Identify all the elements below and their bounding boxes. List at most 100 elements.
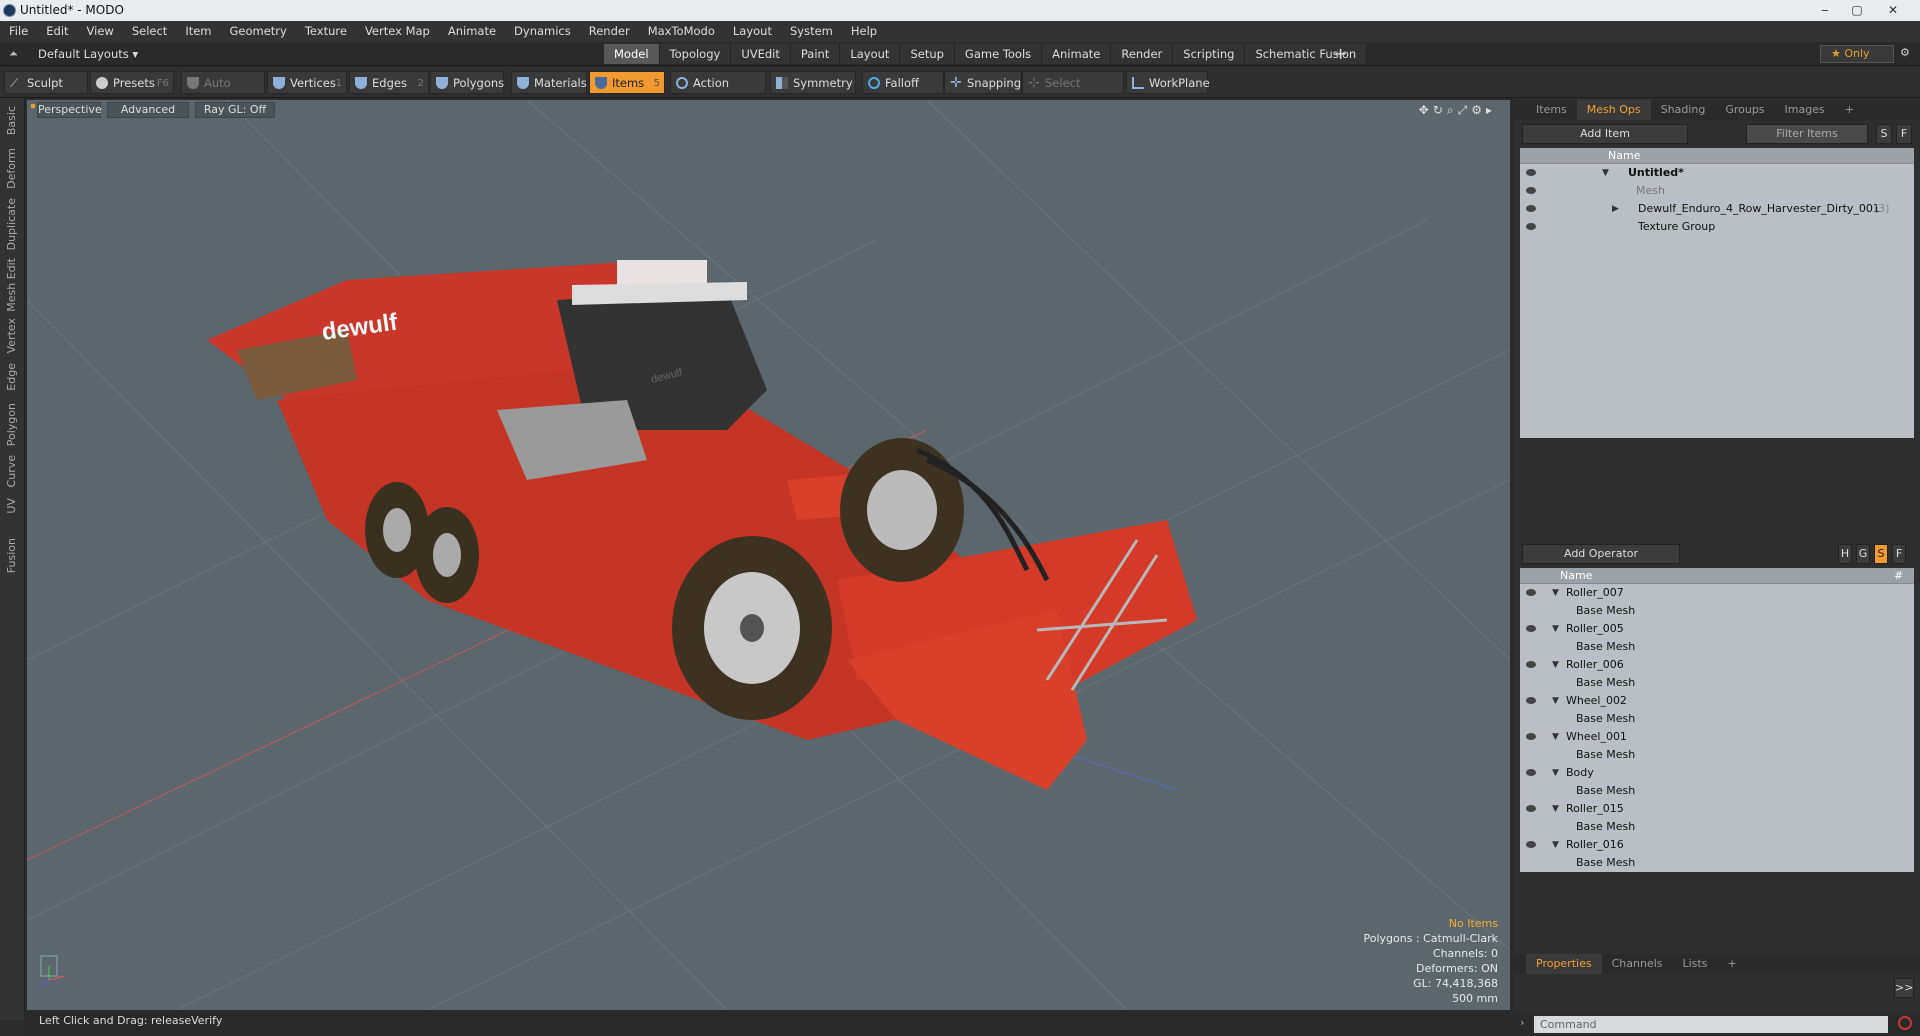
layout-up-icon[interactable]: ⏶	[9, 47, 18, 61]
operator-row[interactable]: ▼ Roller_015	[1520, 800, 1914, 818]
record-icon[interactable]	[1898, 1016, 1912, 1030]
eye-icon[interactable]	[1526, 625, 1536, 632]
eye-icon[interactable]	[1526, 187, 1536, 194]
op-g-button[interactable]: G	[1856, 544, 1870, 564]
symmetry-button[interactable]: Symmetry	[770, 71, 856, 94]
tab-channels[interactable]: Channels	[1602, 954, 1673, 974]
viewport-nav-icons[interactable]: ✥↻⌕⤢⚙▸	[1419, 103, 1496, 118]
menu-file[interactable]: File	[0, 21, 37, 42]
raygl-dropdown[interactable]: Ray GL: Off	[195, 102, 275, 118]
action-center-button[interactable]: Action Center	[670, 71, 766, 113]
operator-child-row[interactable]: Base Mesh	[1520, 782, 1914, 800]
add-operator-button[interactable]: Add Operator	[1522, 544, 1680, 564]
add-layout-tab-button[interactable]: +	[1334, 44, 1347, 63]
operator-child-row[interactable]: Base Mesh	[1520, 818, 1914, 836]
tree-row-mesh[interactable]: Mesh	[1520, 182, 1914, 200]
eye-icon[interactable]	[1526, 733, 1536, 740]
menu-layout[interactable]: Layout	[724, 21, 781, 42]
expand-icon[interactable]: ▼	[1552, 620, 1559, 638]
add-tab-icon[interactable]: +	[1835, 100, 1864, 120]
op-hash-column-header[interactable]: #	[1894, 569, 1903, 582]
left-tab-edge[interactable]: Edge	[5, 363, 18, 391]
op-h-button[interactable]: H	[1838, 544, 1852, 564]
operator-row[interactable]: ▼ Roller_016	[1520, 836, 1914, 854]
left-tab-duplicate[interactable]: Duplicate	[5, 198, 18, 250]
expand-properties-button[interactable]: >>	[1894, 978, 1914, 998]
tab-schematic-fusion[interactable]: Schematic Fusion	[1245, 44, 1368, 64]
eye-icon[interactable]	[1526, 841, 1536, 848]
expand-icon[interactable]: ▼	[1602, 164, 1609, 182]
maximize-button[interactable]: ▢	[1844, 0, 1870, 21]
add-tab-icon[interactable]: +	[1717, 954, 1746, 974]
tab-game-tools[interactable]: Game Tools	[954, 44, 1043, 64]
tab-paint[interactable]: Paint	[790, 44, 841, 64]
expand-icon[interactable]: ▼	[1552, 692, 1559, 710]
menu-help[interactable]: Help	[842, 21, 886, 42]
edges-button[interactable]: Edges 2	[349, 71, 429, 94]
left-tab-basic[interactable]: Basic	[5, 106, 18, 135]
falloff-button[interactable]: Falloff	[862, 71, 944, 94]
eye-icon[interactable]	[1526, 205, 1536, 212]
left-tab-fusion[interactable]: Fusion	[5, 538, 18, 573]
operator-row[interactable]: ▼ Wheel_002	[1520, 692, 1914, 710]
only-toggle[interactable]: ★ Only	[1820, 45, 1894, 63]
operator-row[interactable]: ▼ Wheel_001	[1520, 728, 1914, 746]
tab-mesh-ops[interactable]: Mesh Ops	[1576, 100, 1651, 120]
tab-layout[interactable]: Layout	[840, 44, 901, 64]
eye-icon[interactable]	[1526, 697, 1536, 704]
eye-icon[interactable]	[1526, 805, 1536, 812]
filter-s-button[interactable]: S	[1876, 124, 1892, 144]
left-tab-deform[interactable]: Deform	[5, 148, 18, 189]
menu-render[interactable]: Render	[580, 21, 639, 42]
expand-icon[interactable]: ▼	[1552, 728, 1559, 746]
tab-lists[interactable]: Lists	[1673, 954, 1718, 974]
left-tab-vertex[interactable]: Vertex	[5, 318, 18, 353]
tab-uvedit[interactable]: UVEdit	[731, 44, 791, 64]
tab-items[interactable]: Items	[1526, 100, 1577, 120]
minimize-button[interactable]: ‒	[1812, 0, 1838, 21]
op-name-column-header[interactable]: Name	[1560, 569, 1592, 582]
snapping-button[interactable]: ✛ Snapping	[944, 71, 1022, 94]
name-column-header[interactable]: Name	[1608, 149, 1640, 162]
filter-items-input[interactable]: Filter Items	[1746, 124, 1868, 144]
tab-shading[interactable]: Shading	[1651, 100, 1716, 120]
materials-button[interactable]: Materials	[511, 71, 587, 94]
left-tab-uv[interactable]: UV	[5, 498, 18, 514]
operator-row[interactable]: ▼ Roller_007	[1520, 584, 1914, 602]
items-button[interactable]: Items 5	[589, 71, 665, 94]
sculpt-button[interactable]: ⟋ Sculpt	[4, 71, 88, 94]
expand-icon[interactable]: ▼	[1552, 836, 1559, 854]
left-tab-polygon[interactable]: Polygon	[5, 403, 18, 446]
add-item-button[interactable]: Add Item	[1522, 124, 1688, 144]
op-f-button[interactable]: F	[1892, 544, 1906, 564]
expand-icon[interactable]: ▼	[1552, 764, 1559, 782]
tab-images[interactable]: Images	[1775, 100, 1835, 120]
tree-row-texture-group[interactable]: Texture Group	[1520, 218, 1914, 236]
eye-icon[interactable]	[1526, 169, 1536, 176]
menu-edit[interactable]: Edit	[37, 21, 77, 42]
tab-topology[interactable]: Topology	[659, 44, 732, 64]
operator-row[interactable]: ▼ Body	[1520, 764, 1914, 782]
viewport-menu-dot[interactable]	[31, 104, 35, 108]
left-tab-curve[interactable]: Curve	[5, 455, 18, 487]
tab-scripting[interactable]: Scripting	[1173, 44, 1246, 64]
command-input[interactable]: Command	[1534, 1016, 1888, 1033]
menu-vertex-map[interactable]: Vertex Map	[356, 21, 439, 42]
expand-icon[interactable]: ▼	[1552, 656, 1559, 674]
operator-child-row[interactable]: Base Mesh	[1520, 854, 1914, 872]
tree-row-harvester[interactable]: ▶ Dewulf_Enduro_4_Row_Harvester_Dirty_001…	[1520, 200, 1914, 218]
perspective-dropdown[interactable]: Perspective	[37, 102, 102, 118]
menu-select[interactable]: Select	[123, 21, 176, 42]
close-button[interactable]: ✕	[1880, 0, 1906, 21]
tab-properties[interactable]: Properties	[1526, 954, 1602, 974]
vertices-button[interactable]: Vertices 1	[267, 71, 347, 94]
operator-child-row[interactable]: Base Mesh	[1520, 638, 1914, 656]
workplane-button[interactable]: WorkPlane	[1126, 71, 1210, 94]
operator-child-row[interactable]: Base Mesh	[1520, 710, 1914, 728]
auto-select-button[interactable]: Auto Select	[181, 71, 265, 113]
operator-row[interactable]: ▼ Roller_006	[1520, 656, 1914, 674]
operator-child-row[interactable]: Base Mesh	[1520, 674, 1914, 692]
tab-setup[interactable]: Setup	[900, 44, 955, 64]
select-through-button[interactable]: ⊹Select Through	[1022, 71, 1124, 113]
menu-texture[interactable]: Texture	[296, 21, 356, 42]
